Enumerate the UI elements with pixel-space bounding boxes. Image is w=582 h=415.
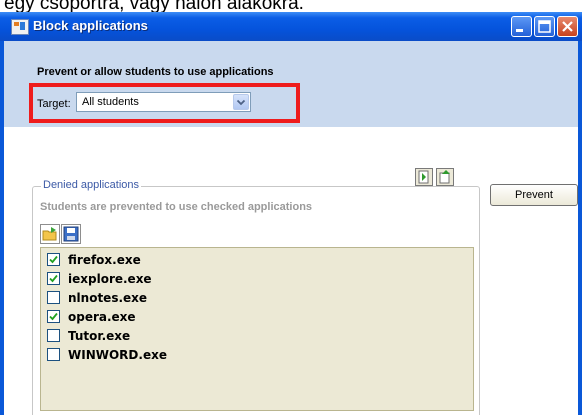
- close-button[interactable]: [557, 16, 578, 37]
- application-icon: [11, 19, 29, 35]
- save-list-button[interactable]: [61, 224, 81, 244]
- checkbox-winword[interactable]: [47, 348, 60, 361]
- header-subtitle: Prevent or allow students to use applica…: [37, 66, 274, 78]
- minimize-button[interactable]: [511, 16, 532, 37]
- prevent-button[interactable]: Prevent: [490, 184, 578, 206]
- minimize-icon: [516, 29, 523, 32]
- list-item[interactable]: nlnotes.exe: [47, 289, 347, 307]
- block-applications-window: Block applications Prevent or allow stud…: [0, 12, 582, 415]
- checkmark-icon: [49, 312, 58, 321]
- list-item[interactable]: iexplore.exe: [47, 270, 347, 288]
- list-item[interactable]: WINWORD.exe: [47, 346, 347, 364]
- checkbox-opera[interactable]: [47, 310, 60, 323]
- title-bar[interactable]: Block applications: [0, 12, 582, 41]
- export-button[interactable]: [436, 168, 454, 186]
- denied-applications-description: Students are prevented to use checked ap…: [40, 201, 313, 213]
- open-folder-icon: [42, 227, 57, 241]
- import-button[interactable]: [415, 168, 433, 186]
- save-disk-icon: [63, 226, 79, 242]
- list-item-label: iexplore.exe: [68, 272, 152, 286]
- maximize-button[interactable]: [534, 16, 555, 37]
- denied-applications-legend: Denied applications: [41, 179, 142, 191]
- checkmark-icon: [49, 274, 58, 283]
- list-item-label: WINWORD.exe: [68, 348, 167, 362]
- target-highlight-annotation: [29, 83, 300, 123]
- list-item-label: Tutor.exe: [68, 329, 131, 343]
- denied-applications-list[interactable]: firefox.exe iexplore.exe nlnotes.exe ope…: [40, 247, 474, 411]
- checkbox-nlnotes[interactable]: [47, 291, 60, 304]
- list-item-label: nlnotes.exe: [68, 291, 148, 305]
- header-panel: Prevent or allow students to use applica…: [4, 41, 578, 127]
- checkmark-icon: [49, 255, 58, 264]
- close-icon: [562, 21, 573, 32]
- window-client-area: Prevent or allow students to use applica…: [4, 41, 578, 415]
- list-item-label: firefox.exe: [68, 253, 141, 267]
- checkbox-tutor[interactable]: [47, 329, 60, 342]
- list-item[interactable]: firefox.exe: [47, 251, 347, 269]
- checkbox-iexplore[interactable]: [47, 272, 60, 285]
- checkbox-firefox[interactable]: [47, 253, 60, 266]
- export-arrow-icon: [439, 170, 450, 184]
- list-item-label: opera.exe: [68, 310, 136, 324]
- list-item[interactable]: opera.exe: [47, 308, 347, 326]
- maximize-icon: [538, 20, 551, 33]
- window-title: Block applications: [33, 18, 148, 33]
- import-arrow-icon: [418, 170, 429, 184]
- list-item[interactable]: Tutor.exe: [47, 327, 347, 345]
- open-list-button[interactable]: [40, 224, 60, 244]
